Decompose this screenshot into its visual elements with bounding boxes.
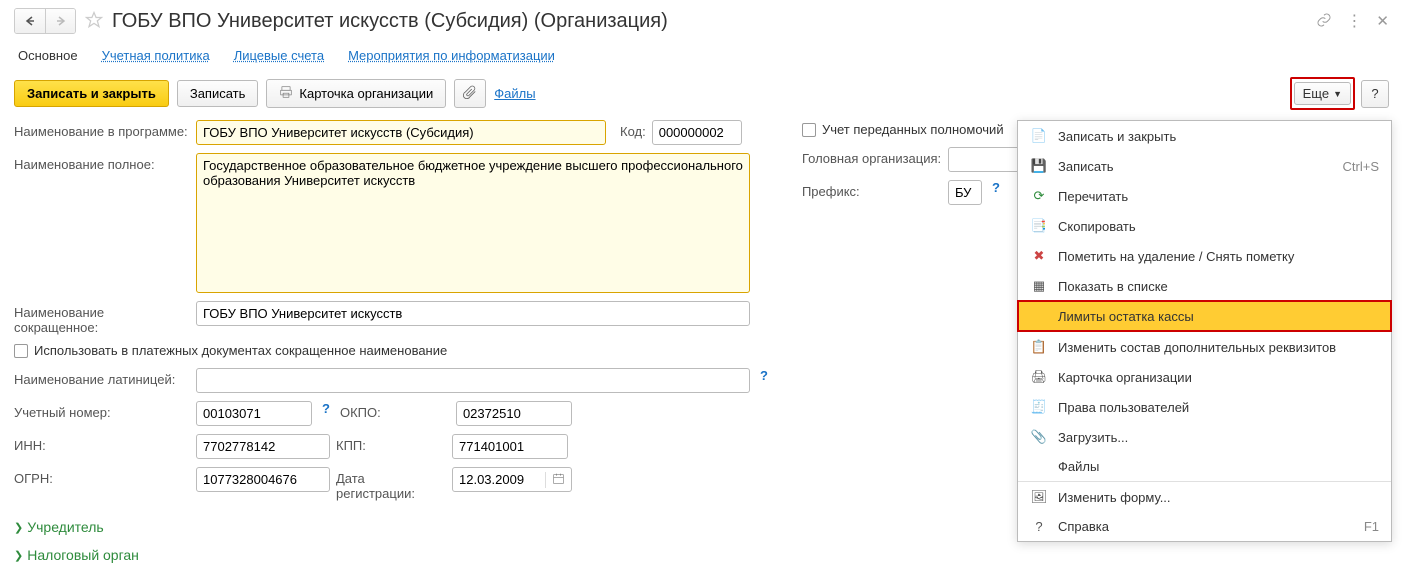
label-ogrn: ОГРН:: [14, 467, 190, 486]
chevron-right-icon: ❯: [14, 521, 23, 534]
expander-tax[interactable]: ❯ Налоговый орган: [0, 541, 1403, 569]
menu-copy[interactable]: 📑 Скопировать: [1018, 211, 1391, 241]
input-kpp[interactable]: [452, 434, 568, 459]
menu-reread[interactable]: ⟳ Перечитать: [1018, 181, 1391, 211]
menu-user-rights[interactable]: 🧾 Права пользователей: [1018, 392, 1391, 422]
input-inn[interactable]: [196, 434, 330, 459]
expander-tax-label: Налоговый орган: [27, 547, 139, 563]
input-reg-date[interactable]: [453, 468, 545, 491]
chevron-right-icon: ❯: [14, 549, 23, 562]
checkbox-delegated[interactable]: [802, 123, 816, 137]
print-icon: [279, 85, 293, 102]
org-card-button[interactable]: Карточка организации: [266, 79, 446, 108]
expander-founder-label: Учредитель: [27, 519, 103, 535]
help-acc-number[interactable]: ?: [318, 401, 334, 416]
tab-it-events[interactable]: Мероприятия по информатизации: [348, 48, 555, 63]
rights-icon: 🧾: [1030, 399, 1048, 415]
label-reg-date: Дата регистрации:: [336, 467, 446, 501]
help-prefix[interactable]: ?: [988, 180, 1004, 195]
label-prefix: Префикс:: [802, 180, 942, 199]
more-dropdown: 📄 Записать и закрыть 💾 Записать Ctrl+S ⟳…: [1017, 120, 1392, 542]
menu-cash-limits[interactable]: Лимиты остатка кассы: [1018, 301, 1391, 331]
print-icon: 🖨: [1030, 369, 1048, 385]
list-icon: ▦: [1030, 278, 1048, 294]
menu-mark-delete[interactable]: ✖ Пометить на удаление / Снять пометку: [1018, 241, 1391, 271]
close-icon[interactable]: ✕: [1376, 12, 1389, 30]
menu-save-close[interactable]: 📄 Записать и закрыть: [1018, 121, 1391, 151]
label-code: Код:: [620, 120, 646, 139]
help-icon: ?: [1030, 519, 1048, 534]
label-kpp: КПП:: [336, 434, 446, 453]
help-button[interactable]: ?: [1361, 80, 1389, 108]
input-name-full[interactable]: [196, 153, 750, 293]
delete-mark-icon: ✖: [1030, 248, 1048, 264]
menu-change-props[interactable]: 📋 Изменить состав дополнительных реквизи…: [1018, 331, 1391, 362]
input-ogrn[interactable]: [196, 467, 330, 492]
input-name-latin[interactable]: [196, 368, 750, 393]
input-name-short[interactable]: [196, 301, 750, 326]
label-delegated: Учет переданных полномочий: [822, 122, 1004, 137]
page-title: ГОБУ ВПО Университет искусств (Субсидия)…: [112, 10, 668, 33]
nav-forward-button[interactable]: [45, 9, 75, 33]
label-name-full: Наименование полное:: [14, 153, 190, 172]
input-okpo[interactable]: [456, 401, 572, 426]
save-button[interactable]: Записать: [177, 80, 259, 107]
props-icon: 📋: [1030, 339, 1048, 355]
menu-org-card[interactable]: 🖨 Карточка организации: [1018, 362, 1391, 392]
refresh-icon: ⟳: [1030, 188, 1048, 204]
more-button[interactable]: Еще ▼: [1294, 82, 1351, 105]
tab-main[interactable]: Основное: [18, 48, 78, 63]
tab-accounting-policy[interactable]: Учетная политика: [102, 48, 210, 63]
menu-help[interactable]: ? Справка F1: [1018, 512, 1391, 541]
copy-icon: 📑: [1030, 218, 1048, 234]
label-name-latin: Наименование латиницей:: [14, 368, 190, 387]
org-card-label: Карточка организации: [299, 86, 433, 101]
paperclip-icon: [463, 85, 477, 102]
calendar-icon[interactable]: [545, 472, 571, 488]
label-inn: ИНН:: [14, 434, 190, 453]
attach-button[interactable]: [454, 79, 486, 108]
save-and-close-button[interactable]: Записать и закрыть: [14, 80, 169, 107]
label-name-short: Наименование сокращенное:: [14, 301, 190, 335]
input-prefix[interactable]: [948, 180, 982, 205]
tab-personal-accounts[interactable]: Лицевые счета: [234, 48, 324, 63]
label-use-short: Использовать в платежных документах сокр…: [34, 343, 447, 358]
paperclip-icon: 📎: [1030, 429, 1048, 445]
menu-save[interactable]: 💾 Записать Ctrl+S: [1018, 151, 1391, 181]
input-code[interactable]: [652, 120, 742, 145]
form-icon: 🖼: [1030, 489, 1048, 505]
files-link[interactable]: Файлы: [494, 86, 535, 101]
chevron-down-icon: ▼: [1333, 89, 1342, 99]
favorite-star-icon[interactable]: [84, 10, 104, 33]
kebab-menu-icon[interactable]: ⋮: [1346, 11, 1362, 31]
menu-load[interactable]: 📎 Загрузить...: [1018, 422, 1391, 452]
floppy-icon: 💾: [1030, 158, 1048, 174]
input-name-program[interactable]: [196, 120, 606, 145]
link-icon[interactable]: [1316, 12, 1332, 31]
label-head-org: Головная организация:: [802, 147, 942, 166]
menu-files[interactable]: Файлы: [1018, 452, 1391, 481]
more-label: Еще: [1303, 86, 1329, 101]
label-name-program: Наименование в программе:: [14, 120, 190, 139]
save-close-icon: 📄: [1030, 128, 1048, 144]
label-acc-number: Учетный номер:: [14, 401, 190, 420]
help-name-latin[interactable]: ?: [756, 368, 772, 383]
checkbox-use-short[interactable]: [14, 344, 28, 358]
more-button-highlight: Еще ▼: [1290, 77, 1355, 110]
nav-back-button[interactable]: [15, 9, 45, 33]
label-okpo: ОКПО:: [340, 401, 450, 420]
input-acc-number[interactable]: [196, 401, 312, 426]
menu-change-form[interactable]: 🖼 Изменить форму...: [1018, 481, 1391, 512]
menu-show-list[interactable]: ▦ Показать в списке: [1018, 271, 1391, 301]
